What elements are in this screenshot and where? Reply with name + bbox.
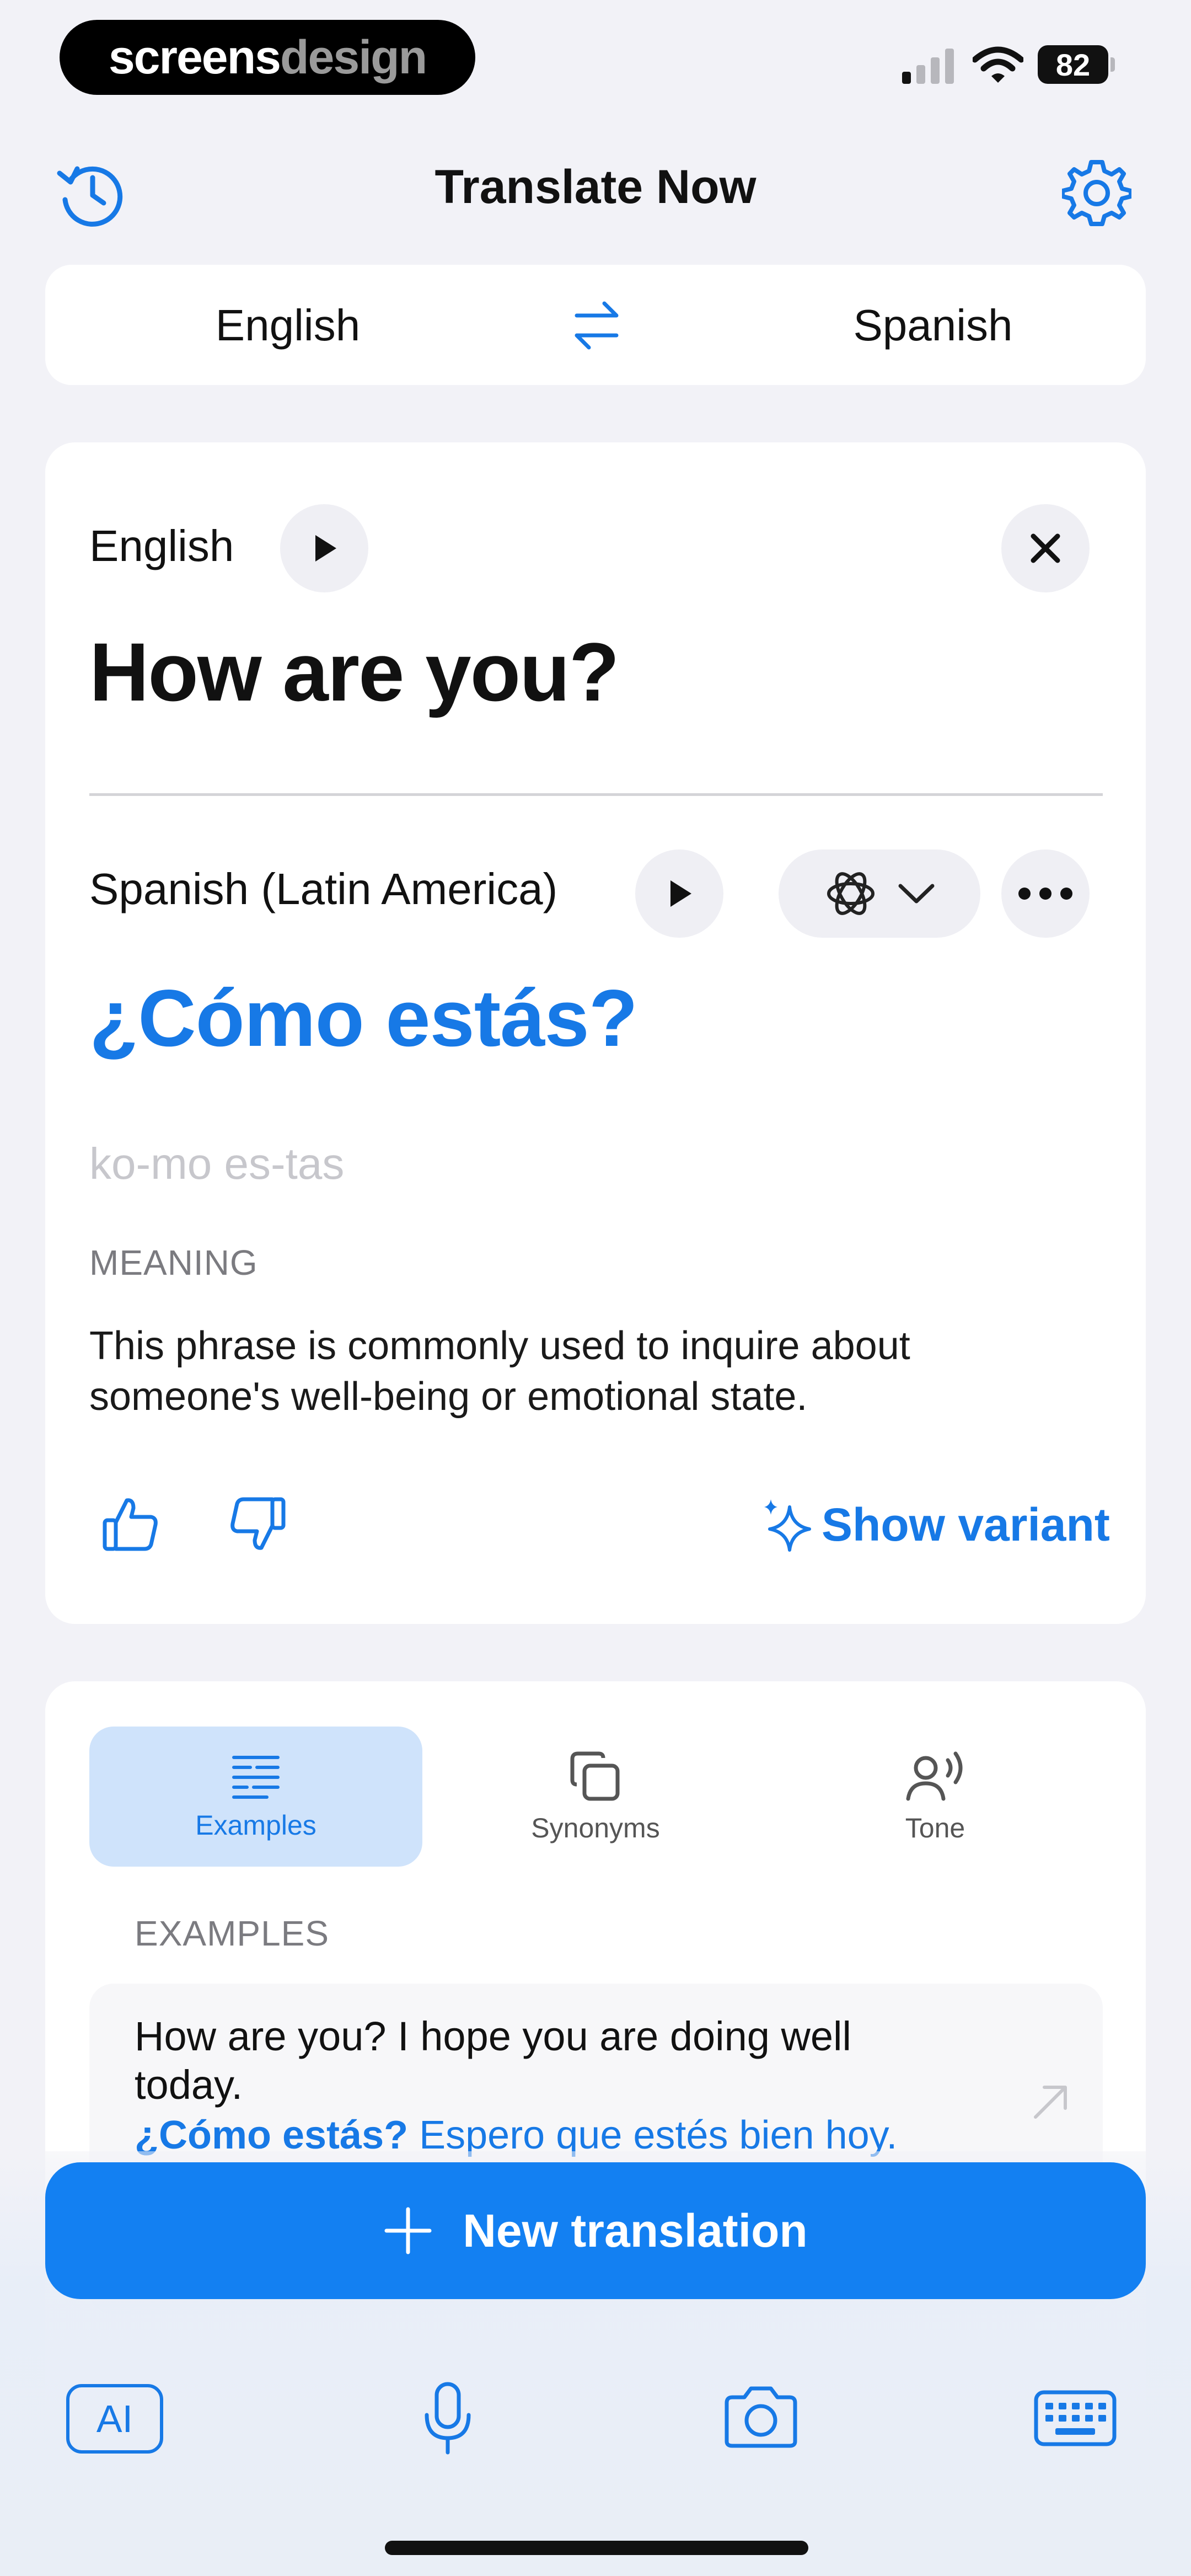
translation-card: English How are you? Spanish (Latin Amer… (45, 442, 1146, 1624)
openai-logo-icon (827, 872, 875, 915)
source-language-label: English (89, 521, 234, 570)
ellipsis-icon (1018, 888, 1072, 900)
brand-logo: screens design (60, 20, 475, 95)
signal-icon (902, 49, 957, 87)
source-language-button[interactable]: English (155, 300, 420, 351)
example-source-text: How are you? I hope you are doing well t… (135, 2013, 851, 2108)
camera-icon[interactable] (722, 2384, 800, 2453)
tab-label: Examples (195, 1810, 316, 1841)
swap-languages-icon[interactable] (573, 298, 620, 356)
plus-icon (384, 2207, 432, 2254)
new-translation-label: New translation (463, 2204, 808, 2257)
brand-text-2: design (280, 30, 427, 84)
meaning-text: This phrase is commonly used to inquire … (89, 1324, 910, 1419)
play-icon (315, 535, 336, 562)
meaning-heading: MEANING (89, 1243, 258, 1282)
keyboard-icon[interactable] (1033, 2390, 1117, 2450)
pronunciation-text: ko-mo es-tas (89, 1139, 345, 1188)
ai-model-selector[interactable] (779, 849, 980, 938)
new-translation-button[interactable]: New translation (45, 2162, 1146, 2299)
home-indicator (385, 2541, 808, 2555)
play-translation-button[interactable] (635, 849, 723, 938)
list-lines-icon (232, 1756, 280, 1799)
battery-indicator: 82 (1038, 45, 1115, 84)
target-language-label: Spanish (Latin America) (89, 864, 558, 913)
language-selector-bar: English Spanish (45, 265, 1146, 385)
clear-button[interactable] (1001, 504, 1090, 592)
sparkle-icon (764, 1499, 811, 1552)
tab-tone[interactable]: Tone (769, 1727, 1102, 1867)
brand-text-1: screens (108, 30, 281, 84)
translated-text[interactable]: ¿Cómo estás? (89, 972, 638, 1065)
thumbs-down-icon[interactable] (227, 1494, 288, 1557)
settings-gear-icon[interactable] (1060, 158, 1133, 230)
tab-label: Synonyms (531, 1813, 660, 1843)
play-source-button[interactable] (280, 504, 368, 592)
show-variant-label: Show variant (822, 1498, 1110, 1551)
copy-squares-icon (570, 1751, 620, 1801)
close-icon (1031, 533, 1060, 563)
microphone-icon[interactable] (421, 2381, 474, 2461)
divider (89, 793, 1103, 796)
history-icon[interactable] (55, 157, 127, 231)
tab-synonyms[interactable]: Synonyms (429, 1727, 762, 1867)
ai-mode-button[interactable]: AI (66, 2384, 163, 2454)
examples-heading: EXAMPLES (135, 1914, 330, 1953)
wifi-icon (972, 46, 1024, 88)
thumbs-up-icon[interactable] (100, 1494, 161, 1557)
battery-cap (1110, 57, 1115, 72)
battery-level: 82 (1038, 45, 1108, 84)
ai-label: AI (96, 2397, 133, 2440)
tab-label: Tone (905, 1813, 965, 1843)
target-language-button[interactable]: Spanish (801, 300, 1065, 351)
page-title: Translate Now (434, 161, 757, 213)
source-text[interactable]: How are you? (89, 624, 619, 720)
example-rest: Espero que estés bien hoy. (408, 2113, 898, 2157)
more-options-button[interactable] (1001, 849, 1090, 938)
tab-examples[interactable]: Examples (89, 1727, 422, 1867)
play-icon (670, 880, 691, 907)
chevron-down-icon (898, 884, 935, 904)
example-highlight: ¿Cómo estás? (135, 2113, 409, 2157)
speaking-person-icon (906, 1751, 963, 1801)
show-variant-button[interactable]: Show variant (759, 1497, 1110, 1552)
open-example-arrow-icon[interactable] (1029, 2080, 1073, 2126)
